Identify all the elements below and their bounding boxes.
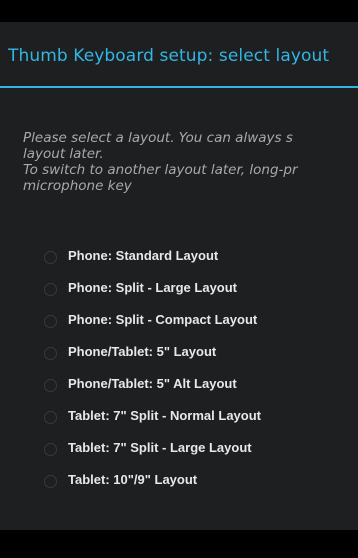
instructions-line: To switch to another layout later, long-… — [23, 162, 298, 178]
layout-option-phone-standard[interactable]: Phone: Standard Layout — [44, 244, 344, 276]
radio-button[interactable] — [44, 315, 57, 328]
instructions-line: Please select a layout. You can always s — [23, 130, 293, 146]
layout-option-label: Phone: Standard Layout — [68, 248, 219, 263]
layout-option-list: Phone: Standard Layout Phone: Split - La… — [44, 244, 344, 500]
instructions-line: layout later. — [23, 146, 104, 162]
layout-option-label: Tablet: 7" Split - Normal Layout — [68, 408, 261, 423]
instructions-line: microphone key — [23, 178, 132, 194]
layout-option-phone-tablet-5[interactable]: Phone/Tablet: 5" Layout — [44, 340, 344, 372]
radio-button[interactable] — [44, 443, 57, 456]
radio-button[interactable] — [44, 411, 57, 424]
layout-option-phone-split-compact[interactable]: Phone: Split - Compact Layout — [44, 308, 344, 340]
layout-option-tablet-7-split-normal[interactable]: Tablet: 7" Split - Normal Layout — [44, 404, 344, 436]
radio-button[interactable] — [44, 283, 57, 296]
top-black-bar — [0, 0, 358, 22]
title-divider — [0, 86, 358, 88]
radio-button[interactable] — [44, 475, 57, 488]
instructions-text: Please select a layout. You can always s… — [23, 130, 358, 194]
layout-option-label: Tablet: 7" Split - Large Layout — [68, 440, 252, 455]
layout-option-label: Phone/Tablet: 5" Alt Layout — [68, 376, 237, 391]
layout-option-phone-split-large[interactable]: Phone: Split - Large Layout — [44, 276, 344, 308]
layout-option-tablet-10-9[interactable]: Tablet: 10"/9" Layout — [44, 468, 344, 500]
layout-option-tablet-7-split-large[interactable]: Tablet: 7" Split - Large Layout — [44, 436, 344, 468]
layout-option-label: Tablet: 10"/9" Layout — [68, 472, 198, 487]
layout-option-label: Phone/Tablet: 5" Layout — [68, 344, 217, 359]
layout-option-label: Phone: Split - Compact Layout — [68, 312, 258, 327]
layout-option-phone-tablet-5-alt[interactable]: Phone/Tablet: 5" Alt Layout — [44, 372, 344, 404]
radio-button[interactable] — [44, 251, 57, 264]
dialog-title: Thumb Keyboard setup: select layout — [8, 46, 330, 66]
radio-button[interactable] — [44, 347, 57, 360]
layout-option-label: Phone: Split - Large Layout — [68, 280, 238, 295]
radio-button[interactable] — [44, 379, 57, 392]
layout-setup-dialog: Thumb Keyboard setup: select layout Plea… — [0, 22, 358, 530]
bottom-black-bar — [0, 530, 358, 558]
